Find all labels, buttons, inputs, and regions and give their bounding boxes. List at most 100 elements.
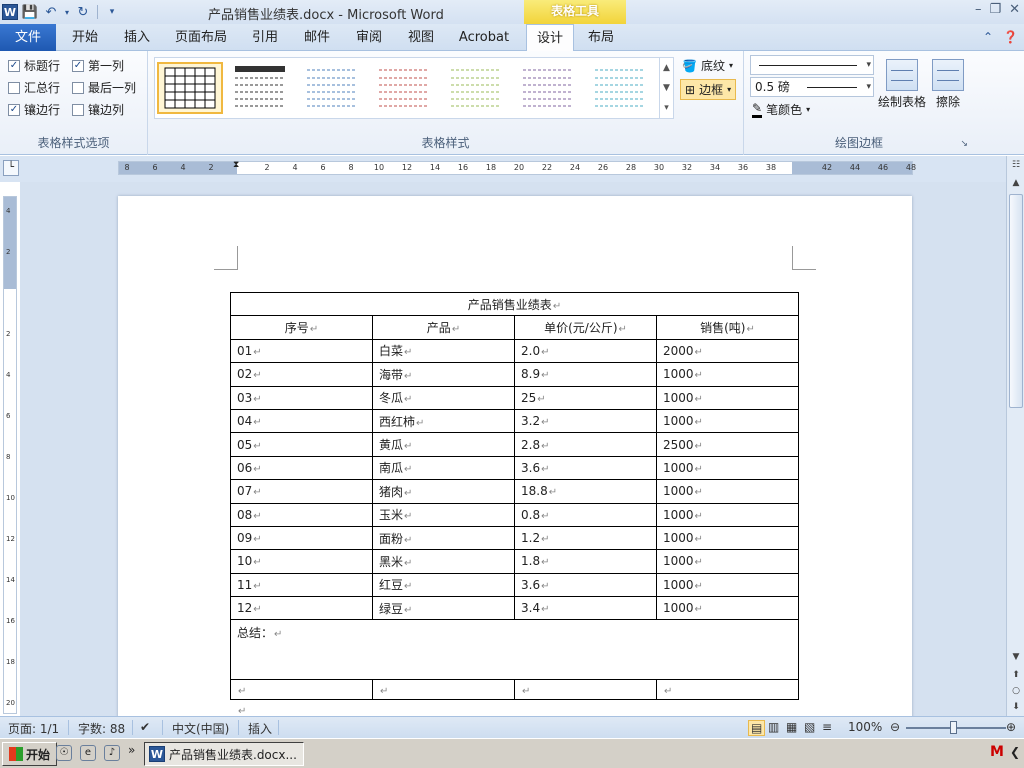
undo-icon[interactable]: ↶: [42, 3, 60, 21]
previous-page-icon[interactable]: ⬆: [1008, 670, 1024, 684]
tab-review[interactable]: 审阅: [346, 24, 392, 51]
table-cell[interactable]: 0.8↵: [514, 502, 657, 527]
table-cell[interactable]: 1000↵: [656, 502, 799, 527]
tab-view[interactable]: 视图: [398, 24, 444, 51]
table-cell[interactable]: 1000↵: [656, 596, 799, 621]
tab-mailings[interactable]: 邮件: [294, 24, 340, 51]
table-style-swatch[interactable]: [445, 62, 511, 114]
eraser-label[interactable]: 擦除: [928, 93, 968, 110]
proofing-icon[interactable]: ✔: [140, 720, 150, 734]
scroll-down-icon[interactable]: ▼: [1008, 652, 1024, 666]
total-row-checkbox[interactable]: 汇总行: [8, 79, 60, 96]
table-cell[interactable]: 玉米↵: [372, 502, 515, 527]
table-cell[interactable]: 白菜↵: [372, 338, 515, 364]
gallery-more-icon[interactable]: ▾: [660, 98, 673, 118]
zoom-in-icon[interactable]: ⊕: [1006, 720, 1016, 734]
zoom-level[interactable]: 100%: [848, 720, 882, 734]
minimize-icon[interactable]: –: [975, 2, 982, 17]
insert-mode-indicator[interactable]: 插入: [248, 720, 272, 737]
line-weight-dropdown[interactable]: 0.5 磅 ▾: [750, 77, 874, 97]
table-cell[interactable]: 06↵: [230, 455, 373, 481]
vertical-ruler[interactable]: 4 2 2 4 6 8 10 12 14 16 18 20: [3, 196, 17, 714]
table-style-swatch[interactable]: [229, 62, 295, 114]
tray-app-icon[interactable]: M: [990, 744, 1004, 760]
banded-columns-checkbox[interactable]: 镶边列: [72, 101, 124, 118]
close-icon[interactable]: ✕: [1009, 2, 1020, 17]
table-cell[interactable]: 03↵: [230, 385, 373, 410]
empty-cell[interactable]: ↵: [230, 679, 373, 701]
table-cell[interactable]: 1000↵: [656, 572, 799, 598]
header-cell[interactable]: 序号↵: [230, 315, 373, 340]
last-column-checkbox[interactable]: 最后一列: [72, 79, 136, 96]
empty-cell[interactable]: ↵: [372, 679, 515, 701]
header-cell[interactable]: 产品↵: [372, 315, 515, 340]
full-screen-reading-icon[interactable]: ▥: [768, 720, 779, 734]
table-cell[interactable]: 3.4↵: [514, 596, 657, 621]
table-cell[interactable]: 18.8↵: [514, 479, 657, 504]
customize-qat-icon[interactable]: ▾: [103, 3, 121, 21]
next-page-icon[interactable]: ⬇: [1008, 702, 1024, 716]
restore-icon[interactable]: ❐: [989, 2, 1001, 17]
table-cell[interactable]: 红豆↵: [372, 572, 515, 598]
header-cell[interactable]: 销售(吨)↵: [656, 315, 799, 340]
table-cell[interactable]: 25↵: [514, 385, 657, 410]
draft-view-icon[interactable]: ≡: [822, 720, 832, 734]
first-column-checkbox[interactable]: ✓ 第一列: [72, 57, 124, 74]
table-cell[interactable]: 04↵: [230, 408, 373, 434]
draw-table-label[interactable]: 绘制表格: [876, 93, 928, 110]
table-cell[interactable]: 面粉↵: [372, 525, 515, 551]
save-icon[interactable]: 💾: [21, 3, 39, 21]
table-cell[interactable]: 1000↵: [656, 455, 799, 481]
word-count[interactable]: 字数: 88: [78, 720, 125, 737]
table-title-cell[interactable]: 产品销售业绩表↵: [230, 291, 799, 317]
horizontal-ruler[interactable]: 8 6 4 2 2 4 6 8 10 12 14 16 18 20 22 24 26 28 30 32 34 36 38 42…: [118, 160, 916, 175]
indent-marker-icon[interactable]: ⧗: [233, 160, 239, 170]
table-style-swatch-grid[interactable]: [157, 62, 223, 114]
undo-dropdown-icon[interactable]: ▾: [63, 3, 71, 21]
zoom-out-icon[interactable]: ⊖: [890, 720, 900, 734]
table-cell[interactable]: 08↵: [230, 502, 373, 527]
scroll-thumb[interactable]: [1009, 194, 1023, 408]
language-indicator[interactable]: 中文(中国): [172, 720, 229, 737]
table-cell[interactable]: 1000↵: [656, 385, 799, 410]
tab-file[interactable]: 文件: [0, 24, 56, 51]
table-cell[interactable]: 西红柿↵: [372, 408, 515, 434]
help-icon[interactable]: ❓: [1003, 30, 1018, 44]
tab-references[interactable]: 引用: [242, 24, 288, 51]
tab-home[interactable]: 开始: [62, 24, 108, 51]
document-page[interactable]: 产品销售业绩表↵ 序号↵ 产品↵ 单价(元/公斤)↵ 销售(吨)↵ 01↵ 白菜↵…: [118, 196, 912, 716]
dialog-launcher-icon[interactable]: ↘: [960, 139, 968, 149]
outline-view-icon[interactable]: ▧: [804, 720, 815, 734]
zoom-slider-knob[interactable]: [950, 721, 957, 734]
table-cell[interactable]: 12↵: [230, 596, 373, 621]
header-cell[interactable]: 单价(元/公斤)↵: [514, 315, 657, 340]
table-cell[interactable]: 3.2↵: [514, 408, 657, 434]
banded-rows-checkbox[interactable]: ✓ 镶边行: [8, 101, 60, 118]
table-cell[interactable]: 冬瓜↵: [372, 385, 515, 410]
table-style-swatch[interactable]: [517, 62, 583, 114]
table-cell[interactable]: 1.2↵: [514, 525, 657, 551]
tab-insert[interactable]: 插入: [114, 24, 160, 51]
table-cell[interactable]: 11↵: [230, 572, 373, 598]
print-layout-view-icon[interactable]: ▤: [748, 720, 766, 736]
redo-icon[interactable]: ↻: [74, 3, 92, 21]
media-icon[interactable]: ♪: [104, 745, 120, 761]
header-row-checkbox[interactable]: ✓ 标题行: [8, 57, 60, 74]
table-cell[interactable]: 07↵: [230, 479, 373, 504]
table-cell[interactable]: 1000↵: [656, 362, 799, 387]
table-cell[interactable]: 1000↵: [656, 549, 799, 574]
table-cell[interactable]: 02↵: [230, 362, 373, 387]
table-cell[interactable]: 2.8↵: [514, 432, 657, 457]
table-cell[interactable]: 绿豆↵: [372, 596, 515, 621]
table-cell[interactable]: 01↵: [230, 338, 373, 364]
table-cell[interactable]: 猪肉↵: [372, 479, 515, 504]
table-cell[interactable]: 2.0↵: [514, 338, 657, 364]
start-button[interactable]: 开始: [2, 742, 58, 766]
table-cell[interactable]: 黑米↵: [372, 549, 515, 574]
minimize-ribbon-icon[interactable]: ⌃: [983, 30, 993, 44]
table-cell[interactable]: 2500↵: [656, 432, 799, 457]
browser-icon[interactable]: e: [80, 745, 96, 761]
select-browse-object-icon[interactable]: ○: [1008, 686, 1024, 700]
tab-design[interactable]: 设计: [526, 24, 574, 52]
tray-expand-icon[interactable]: ❮: [1010, 745, 1020, 759]
